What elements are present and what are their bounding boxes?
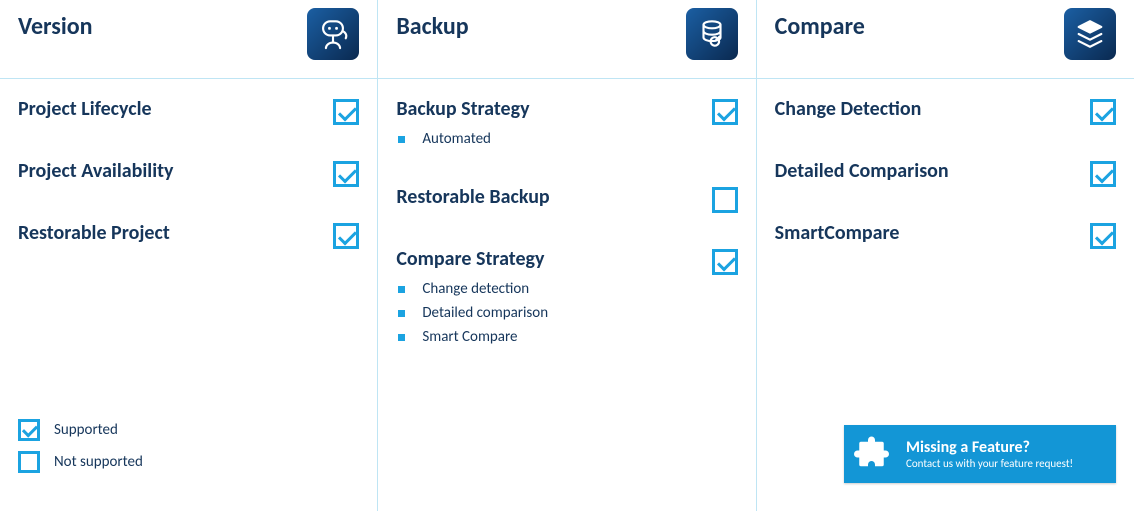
checkbox-empty-icon <box>18 451 40 473</box>
legend-row-supported: Supported <box>18 419 143 441</box>
missing-feature-cta[interactable]: Missing a Feature? Contact us with your … <box>844 425 1116 483</box>
header-divider <box>757 78 1134 79</box>
cta-subtitle: Contact us with your feature request! <box>906 457 1073 470</box>
column-title: Compare <box>775 8 865 41</box>
feature-bullets: Change detection Detailed comparison Sma… <box>396 277 699 349</box>
database-restore-icon <box>686 8 738 60</box>
feature-title: SmartCompare <box>775 221 1078 245</box>
feature-row: Restorable Backup <box>396 185 737 213</box>
robot-icon <box>307 8 359 60</box>
feature-row: Project Availability <box>18 159 359 187</box>
checkbox-icon <box>1090 161 1116 187</box>
cta-text: Missing a Feature? Contact us with your … <box>906 438 1073 470</box>
bullet-item: Smart Compare <box>398 325 699 349</box>
feature-title: Project Availability <box>18 159 321 183</box>
feature-row: Backup Strategy Automated <box>396 97 737 151</box>
checkbox-icon <box>712 99 738 125</box>
feature-title: Project Lifecycle <box>18 97 321 121</box>
feature-row: Project Lifecycle <box>18 97 359 125</box>
legend-label: Supported <box>54 421 118 439</box>
bullet-item: Change detection <box>398 277 699 301</box>
checkbox-icon <box>1090 223 1116 249</box>
legend-label: Not supported <box>54 453 143 471</box>
column-header: Compare <box>775 8 1116 78</box>
header-divider <box>0 78 377 79</box>
bullet-item: Automated <box>398 127 699 151</box>
bullet-item: Detailed comparison <box>398 301 699 325</box>
checkbox-icon <box>333 223 359 249</box>
column-header: Backup <box>396 8 737 78</box>
checkbox-icon <box>333 161 359 187</box>
feature-row: Change Detection <box>775 97 1116 125</box>
checkbox-icon <box>18 419 40 441</box>
legend: Supported Not supported <box>18 419 143 483</box>
column-compare: Compare Change Detection Detailed Compar… <box>756 0 1134 511</box>
feature-row: SmartCompare <box>775 221 1116 249</box>
puzzle-icon <box>854 433 896 475</box>
checkbox-icon <box>333 99 359 125</box>
feature-bullets: Automated <box>396 127 699 151</box>
feature-title: Backup Strategy <box>396 97 699 121</box>
column-title: Version <box>18 8 93 41</box>
column-header: Version <box>18 8 359 78</box>
cta-title: Missing a Feature? <box>906 438 1073 457</box>
checkbox-icon <box>712 249 738 275</box>
column-version: Version Project Lifecycle <box>0 0 377 511</box>
column-backup: Backup Backup Strategy Automated <box>377 0 755 511</box>
feature-title: Change Detection <box>775 97 1078 121</box>
header-divider <box>378 78 755 79</box>
feature-row: Restorable Project <box>18 221 359 249</box>
feature-row: Compare Strategy Change detection Detail… <box>396 247 737 349</box>
feature-row: Detailed Comparison <box>775 159 1116 187</box>
legend-row-not-supported: Not supported <box>18 451 143 473</box>
column-title: Backup <box>396 8 468 41</box>
checkbox-icon <box>1090 99 1116 125</box>
feature-title: Restorable Backup <box>396 185 699 209</box>
feature-title: Restorable Project <box>18 221 321 245</box>
feature-comparison-grid: Version Project Lifecycle <box>0 0 1134 511</box>
layers-icon <box>1064 8 1116 60</box>
checkbox-empty-icon <box>712 187 738 213</box>
feature-title: Detailed Comparison <box>775 159 1078 183</box>
feature-title: Compare Strategy <box>396 247 699 271</box>
